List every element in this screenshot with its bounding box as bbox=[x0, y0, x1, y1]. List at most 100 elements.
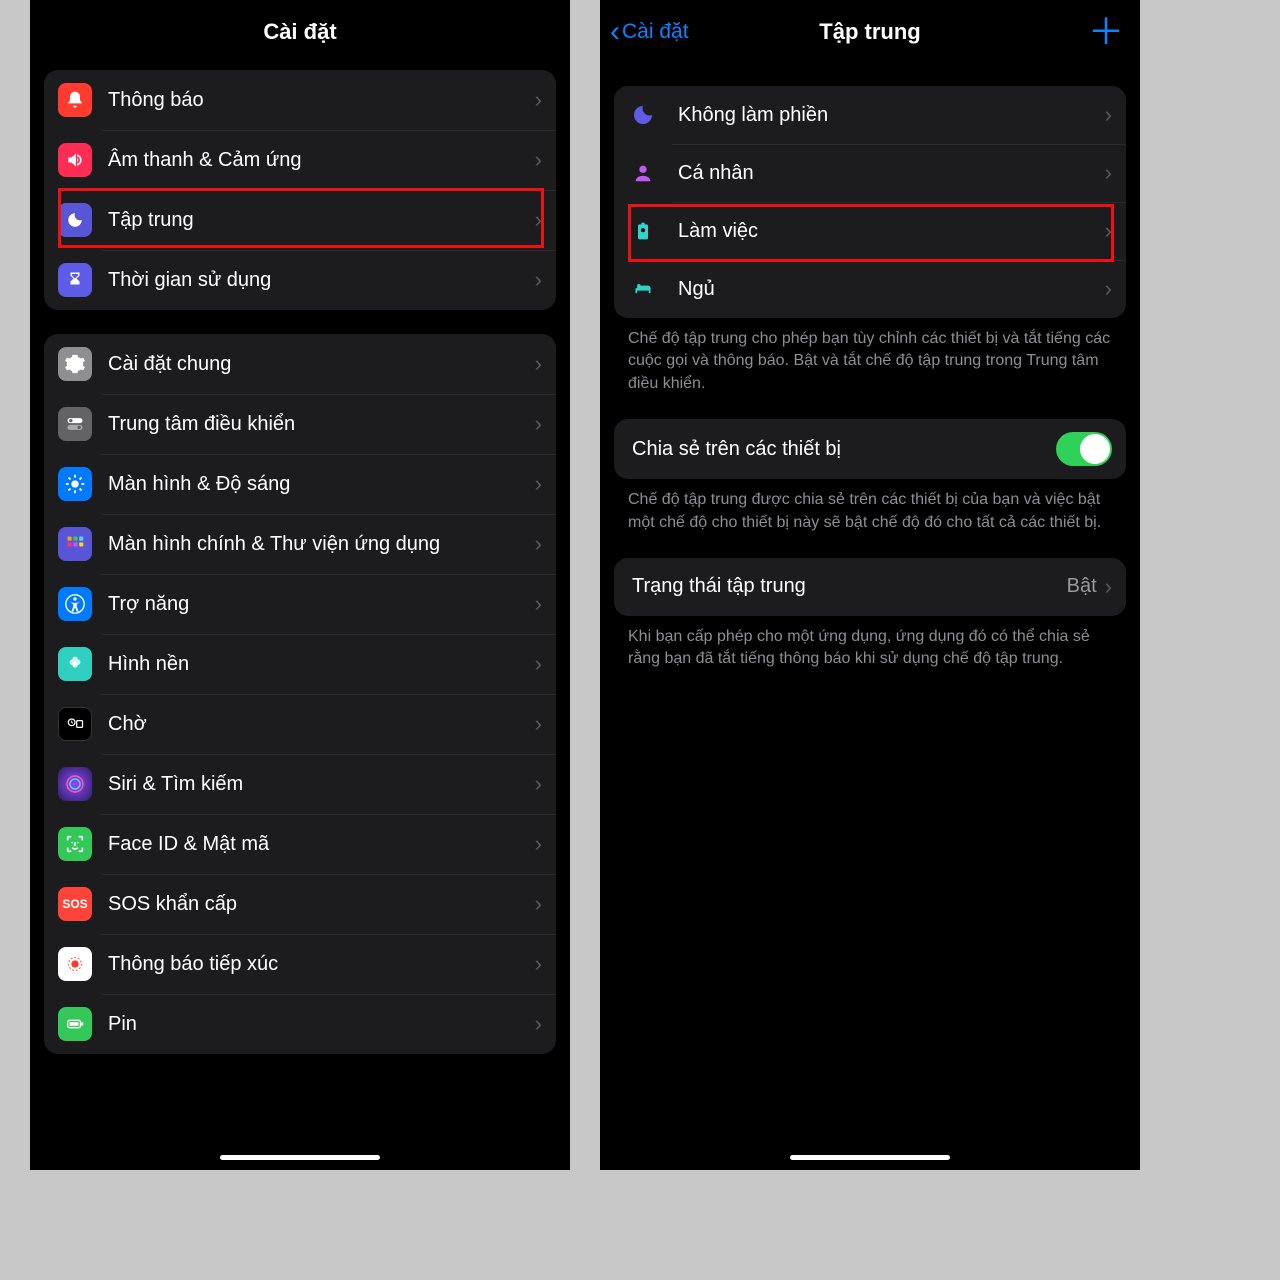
nav-title: Tập trung bbox=[819, 19, 920, 45]
grid-icon bbox=[58, 527, 92, 561]
row-label: Tập trung bbox=[108, 209, 535, 232]
badge-icon bbox=[628, 219, 658, 243]
chevron-right-icon: › bbox=[535, 1013, 542, 1035]
row-notifications[interactable]: Thông báo › bbox=[44, 70, 556, 130]
settings-group-1: Thông báo › Âm thanh & Cảm ứng › Tập tru… bbox=[44, 70, 556, 310]
row-siri[interactable]: Siri & Tìm kiếm › bbox=[44, 754, 556, 814]
home-indicator[interactable] bbox=[220, 1155, 380, 1160]
chevron-right-icon: › bbox=[1105, 278, 1112, 300]
chevron-right-icon: › bbox=[535, 89, 542, 111]
row-exposure[interactable]: Thông báo tiếp xúc › bbox=[44, 934, 556, 994]
description-2: Chế độ tập trung được chia sẻ trên các t… bbox=[628, 489, 1112, 534]
toggle-switch[interactable] bbox=[1056, 432, 1112, 466]
person-icon bbox=[628, 162, 658, 184]
settings-group-2: Cài đặt chung › Trung tâm điều khiển › M… bbox=[44, 334, 556, 1054]
moon-icon bbox=[628, 103, 658, 127]
nav-bar: Cài đặt bbox=[30, 6, 570, 58]
sos-icon: SOS bbox=[58, 887, 92, 921]
bell-icon bbox=[58, 83, 92, 117]
chevron-right-icon: › bbox=[535, 413, 542, 435]
row-label: Hình nền bbox=[108, 653, 535, 676]
row-label: Màn hình & Độ sáng bbox=[108, 473, 535, 496]
row-label: Chia sẻ trên các thiết bị bbox=[632, 438, 1056, 461]
row-label: Cài đặt chung bbox=[108, 353, 535, 376]
row-wallpaper[interactable]: Hình nền › bbox=[44, 634, 556, 694]
row-label: Không làm phiền bbox=[678, 104, 1105, 127]
moon-icon bbox=[58, 203, 92, 237]
share-group: Chia sẻ trên các thiết bị bbox=[614, 419, 1126, 479]
focus-modes-group: Không làm phiền › Cá nhân › Làm việc › N… bbox=[614, 86, 1126, 318]
row-work[interactable]: Làm việc › bbox=[614, 202, 1126, 260]
phone-right: ‹ Cài đặt Tập trung ＋ Không làm phiền › … bbox=[600, 0, 1140, 1170]
chevron-right-icon: › bbox=[535, 149, 542, 171]
row-label: Thông báo bbox=[108, 89, 535, 112]
row-label: Âm thanh & Cảm ứng bbox=[108, 149, 535, 172]
row-label: Ngủ bbox=[678, 278, 1105, 301]
speaker-icon bbox=[58, 143, 92, 177]
row-sleep[interactable]: Ngủ › bbox=[614, 260, 1126, 318]
home-indicator[interactable] bbox=[790, 1155, 950, 1160]
row-label: Trạng thái tập trung bbox=[632, 575, 1067, 598]
faceid-icon bbox=[58, 827, 92, 861]
chevron-right-icon: › bbox=[535, 209, 542, 231]
add-button[interactable]: ＋ bbox=[1088, 14, 1124, 50]
siri-icon bbox=[58, 767, 92, 801]
chevron-right-icon: › bbox=[535, 473, 542, 495]
chevron-left-icon: ‹ bbox=[610, 17, 620, 47]
row-general[interactable]: Cài đặt chung › bbox=[44, 334, 556, 394]
row-screentime[interactable]: Thời gian sử dụng › bbox=[44, 250, 556, 310]
row-accessibility[interactable]: Trợ năng › bbox=[44, 574, 556, 634]
chevron-right-icon: › bbox=[1105, 162, 1112, 184]
row-sos[interactable]: SOS SOS khẩn cấp › bbox=[44, 874, 556, 934]
row-share-across-devices[interactable]: Chia sẻ trên các thiết bị bbox=[614, 419, 1126, 479]
row-dnd[interactable]: Không làm phiền › bbox=[614, 86, 1126, 144]
battery-icon bbox=[58, 1007, 92, 1041]
nav-bar: ‹ Cài đặt Tập trung ＋ bbox=[600, 6, 1140, 58]
chevron-right-icon: › bbox=[535, 893, 542, 915]
row-label: Màn hình chính & Thư viện ứng dụng bbox=[108, 533, 535, 556]
hourglass-icon bbox=[58, 263, 92, 297]
accessibility-icon bbox=[58, 587, 92, 621]
row-sounds[interactable]: Âm thanh & Cảm ứng › bbox=[44, 130, 556, 190]
row-standby[interactable]: Chờ › bbox=[44, 694, 556, 754]
row-label: Thông báo tiếp xúc bbox=[108, 953, 535, 976]
chevron-right-icon: › bbox=[535, 773, 542, 795]
chevron-right-icon: › bbox=[535, 653, 542, 675]
row-display[interactable]: Màn hình & Độ sáng › bbox=[44, 454, 556, 514]
row-focus[interactable]: Tập trung › bbox=[44, 190, 556, 250]
clock-icon bbox=[58, 707, 92, 741]
back-label: Cài đặt bbox=[622, 20, 689, 44]
gear-icon bbox=[58, 347, 92, 381]
row-focus-status[interactable]: Trạng thái tập trung Bật › bbox=[614, 558, 1126, 616]
row-label: Cá nhân bbox=[678, 162, 1105, 185]
sun-icon bbox=[58, 467, 92, 501]
row-label: Làm việc bbox=[678, 220, 1105, 243]
row-control-center[interactable]: Trung tâm điều khiển › bbox=[44, 394, 556, 454]
chevron-right-icon: › bbox=[535, 953, 542, 975]
switch-icon bbox=[58, 407, 92, 441]
row-label: SOS khẩn cấp bbox=[108, 893, 535, 916]
chevron-right-icon: › bbox=[1105, 104, 1112, 126]
row-label: Trợ năng bbox=[108, 593, 535, 616]
description-3: Khi bạn cấp phép cho một ứng dụng, ứng d… bbox=[628, 626, 1112, 671]
chevron-right-icon: › bbox=[535, 713, 542, 735]
chevron-right-icon: › bbox=[535, 353, 542, 375]
back-button[interactable]: ‹ Cài đặt bbox=[610, 17, 689, 47]
row-personal[interactable]: Cá nhân › bbox=[614, 144, 1126, 202]
status-group: Trạng thái tập trung Bật › bbox=[614, 558, 1126, 616]
bed-icon bbox=[628, 279, 658, 299]
row-label: Pin bbox=[108, 1013, 535, 1036]
row-label: Siri & Tìm kiếm bbox=[108, 773, 535, 796]
row-battery[interactable]: Pin › bbox=[44, 994, 556, 1054]
row-faceid[interactable]: Face ID & Mật mã › bbox=[44, 814, 556, 874]
chevron-right-icon: › bbox=[1105, 576, 1112, 598]
phone-left: Cài đặt Thông báo › Âm thanh & Cảm ứng ›… bbox=[30, 0, 570, 1170]
chevron-right-icon: › bbox=[535, 533, 542, 555]
row-value: Bật bbox=[1067, 575, 1097, 598]
row-home-screen[interactable]: Màn hình chính & Thư viện ứng dụng › bbox=[44, 514, 556, 574]
nav-title: Cài đặt bbox=[263, 19, 336, 45]
row-label: Chờ bbox=[108, 713, 535, 736]
chevron-right-icon: › bbox=[535, 833, 542, 855]
row-label: Thời gian sử dụng bbox=[108, 269, 535, 292]
chevron-right-icon: › bbox=[535, 269, 542, 291]
